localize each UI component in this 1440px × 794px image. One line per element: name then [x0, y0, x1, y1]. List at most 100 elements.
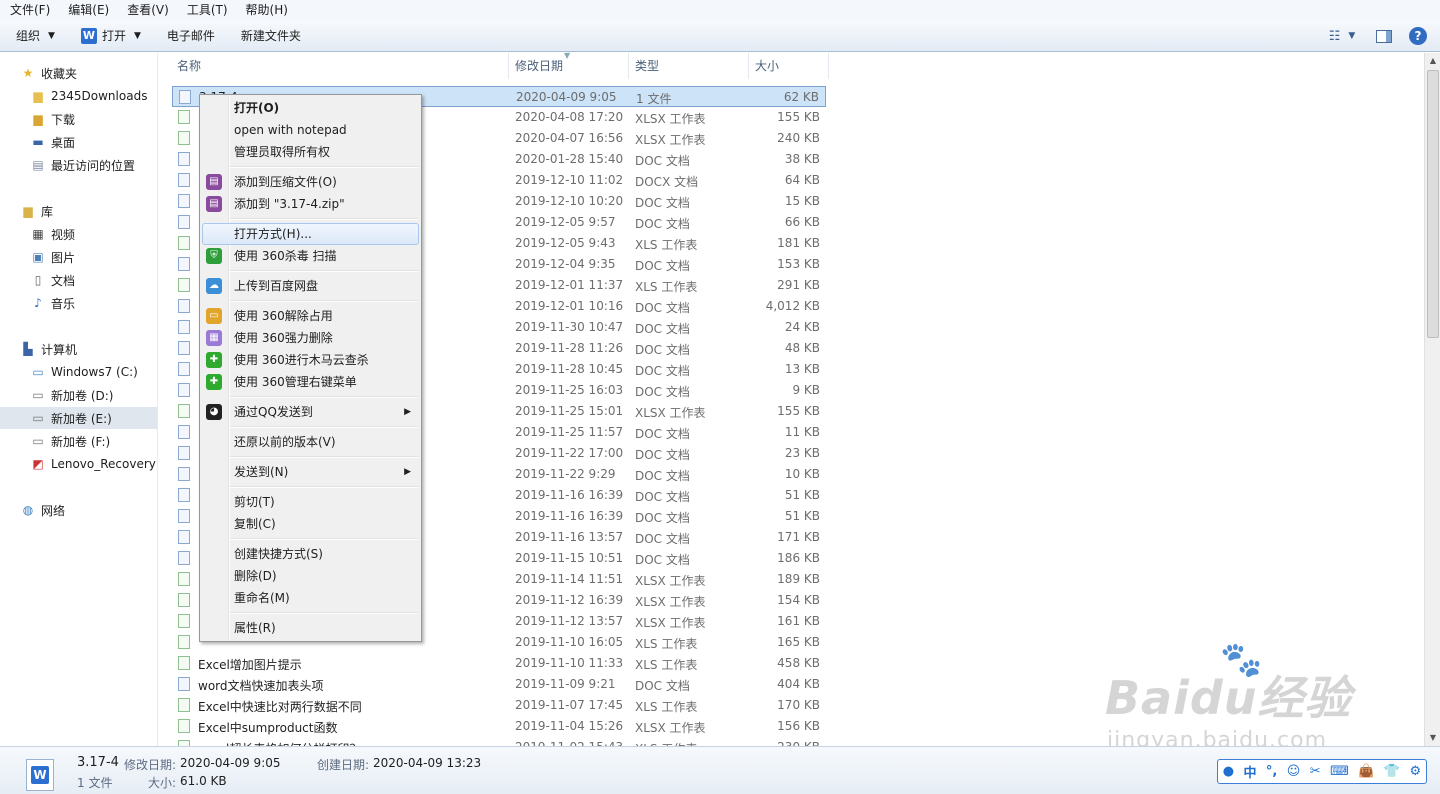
context-menu-item[interactable]: 删除(D) [202, 565, 419, 587]
doc-file-icon [178, 299, 190, 313]
menu-separator [230, 270, 418, 272]
download-folder-icon: ▆ [33, 112, 43, 126]
doc-file-icon [178, 530, 190, 544]
nav-network[interactable]: ◍ 网络 [0, 499, 157, 521]
file-size: 155 KB [777, 404, 820, 418]
column-type[interactable]: 类型 [629, 53, 749, 79]
file-date: 2019-12-01 10:16 [515, 299, 624, 313]
nav-item-desktop[interactable]: ▬ 桌面 [0, 131, 157, 153]
open-label: 打开 [101, 29, 126, 43]
menu-view[interactable]: 查看(V) [117, 0, 177, 20]
doc-file-icon [178, 467, 190, 481]
ime-lang-toggle[interactable]: 中 [1243, 762, 1256, 781]
qq-icon: ◕ [206, 404, 222, 420]
context-menu-item[interactable]: ▤ 添加到 "3.17-4.zip" [202, 193, 419, 215]
nav-label: 2345Downloads [51, 89, 148, 103]
context-menu-item[interactable]: ✚ 使用 360管理右键菜单 [202, 371, 419, 393]
file-size: 165 KB [777, 635, 820, 649]
context-menu-item[interactable]: 属性(R) [202, 617, 419, 639]
nav-item-2345downloads[interactable]: ▆ 2345Downloads [0, 85, 157, 107]
menu-help[interactable]: 帮助(H) [236, 0, 296, 20]
nav-item-videos[interactable]: ▦ 视频 [0, 223, 157, 245]
menu-separator [230, 396, 418, 398]
context-menu-label: 通过QQ发送到 [234, 405, 313, 419]
menu-file[interactable]: 文件(F) [0, 0, 58, 20]
menu-tools[interactable]: 工具(T) [177, 0, 236, 20]
ime-keyboard-icon[interactable]: ⌨ [1330, 764, 1349, 779]
context-menu-item[interactable]: 创建快捷方式(S) [202, 543, 419, 565]
column-date[interactable]: 修改日期 [509, 53, 629, 79]
file-type: DOC 文档 [635, 364, 690, 378]
context-menu-item[interactable]: ✚ 使用 360进行木马云查杀 [202, 349, 419, 371]
context-menu-item[interactable]: 打开(O) [202, 97, 419, 119]
context-menu-item[interactable]: open with notepad [202, 119, 419, 141]
table-row[interactable]: Excel中快速比对两行数据不同 2019-11-07 17:45 XLS 工作表 1… [172, 695, 826, 716]
nav-item-recent-places[interactable]: ▤ 最近访问的位置 [0, 154, 157, 176]
context-menu-item[interactable]: 复制(C) [202, 513, 419, 535]
nav-drive-c[interactable]: ▭ Windows7 (C:) [0, 361, 157, 383]
doc-file-icon [178, 446, 190, 460]
file-type: DOC 文档 [635, 490, 690, 504]
nav-libraries[interactable]: ▆ 库 [0, 200, 157, 222]
context-menu-item[interactable]: 发送到(N) ▶ [202, 461, 419, 483]
file-date: 2020-04-07 16:56 [515, 131, 624, 145]
ime-emoji-icon[interactable]: ☺ [1287, 764, 1301, 779]
chevron-down-icon: ▼ [1348, 31, 1356, 41]
context-menu-item[interactable]: 打开方式(H)... [202, 223, 419, 245]
email-button[interactable]: 电子邮件 [157, 24, 225, 48]
column-size[interactable]: 大小 [749, 53, 829, 79]
menu-edit[interactable]: 编辑(E) [58, 0, 117, 20]
table-row[interactable]: excel超长表格如何分栏打印？2019-11-02 15:43XLS 工作表2… [172, 737, 826, 746]
help-button[interactable]: ? [1406, 24, 1430, 48]
ime-punct-toggle[interactable]: °, [1266, 764, 1277, 779]
file-size: 189 KB [777, 572, 820, 586]
ime-scissors-icon[interactable]: ✂ [1310, 764, 1321, 779]
vertical-scrollbar[interactable]: ▲ ▼ [1424, 53, 1440, 746]
nav-label: 音乐 [51, 296, 76, 311]
context-menu-item[interactable]: 管理员取得所有权 [202, 141, 419, 163]
nav-label: 新加卷 (F:) [51, 434, 111, 449]
nav-drive-recovery[interactable]: ◩ Lenovo_Recovery ( [0, 453, 157, 475]
scroll-up-icon[interactable]: ▲ [1425, 53, 1440, 69]
nav-drive-f[interactable]: ▭ 新加卷 (F:) [0, 430, 157, 452]
scroll-thumb[interactable] [1427, 70, 1439, 338]
nav-computer[interactable]: ▙ 计算机 [0, 338, 157, 360]
table-row[interactable]: Excel增加图片提示 2019-11-10 11:33 XLS 工作表 458 KB [172, 653, 826, 674]
context-menu-item[interactable]: ▤ 添加到压缩文件(O) [202, 171, 419, 193]
context-menu-item[interactable]: 还原以前的版本(V) [202, 431, 419, 453]
preview-pane-button[interactable] [1372, 24, 1396, 48]
new-folder-button[interactable]: 新建文件夹 [231, 24, 311, 48]
ime-settings-icon[interactable]: ⚙ [1410, 764, 1422, 779]
column-name[interactable]: 名称 [171, 53, 509, 79]
nav-favorites[interactable]: ★ 收藏夹 [0, 62, 157, 84]
submenu-arrow-icon: ▶ [404, 467, 411, 477]
context-menu-item[interactable]: ▦ 使用 360强力删除 [202, 327, 419, 349]
ime-logo-icon[interactable]: ● [1223, 764, 1234, 779]
view-options-button[interactable]: ☷ ▼ [1322, 24, 1362, 48]
nav-item-downloads[interactable]: ▆ 下载 [0, 108, 157, 130]
context-menu-item[interactable]: ⛨ 使用 360杀毒 扫描 [202, 245, 419, 267]
nav-item-music[interactable]: ♪ 音乐 [0, 292, 157, 314]
nav-drive-d[interactable]: ▭ 新加卷 (D:) [0, 384, 157, 406]
context-menu-item[interactable]: ☁ 上传到百度网盘 [202, 275, 419, 297]
nav-item-pictures[interactable]: ▣ 图片 [0, 246, 157, 268]
file-type: DOC 文档 [635, 259, 690, 273]
table-row[interactable]: word文档快速加表头项 2019-11-09 9:21 DOC 文档 404 KB [172, 674, 826, 695]
context-menu-item[interactable]: 重命名(M) [202, 587, 419, 609]
nav-item-documents[interactable]: ▯ 文档 [0, 269, 157, 291]
context-menu-item[interactable]: ◕ 通过QQ发送到 ▶ [202, 401, 419, 423]
table-row[interactable]: Excel中sumproduct函数 2019-11-04 15:26 XLSX 工… [172, 716, 826, 737]
xls-file-icon [178, 110, 190, 124]
context-menu-item[interactable]: 剪切(T) [202, 491, 419, 513]
nav-drive-e[interactable]: ▭ 新加卷 (E:) [0, 407, 157, 429]
scroll-down-icon[interactable]: ▼ [1425, 730, 1440, 746]
computer-icon: ▙ [23, 342, 33, 356]
context-menu-item[interactable]: ▭ 使用 360解除占用 [202, 305, 419, 327]
organize-button[interactable]: 组织 ▼ [6, 24, 65, 48]
ime-bag-icon[interactable]: 👜 [1358, 764, 1374, 779]
nav-label: 计算机 [41, 342, 78, 357]
file-type: DOC 文档 [635, 511, 690, 525]
ime-shirt-icon[interactable]: 👕 [1384, 764, 1400, 779]
open-button[interactable]: W 打开 ▼ [71, 24, 151, 48]
menu-separator [230, 486, 418, 488]
